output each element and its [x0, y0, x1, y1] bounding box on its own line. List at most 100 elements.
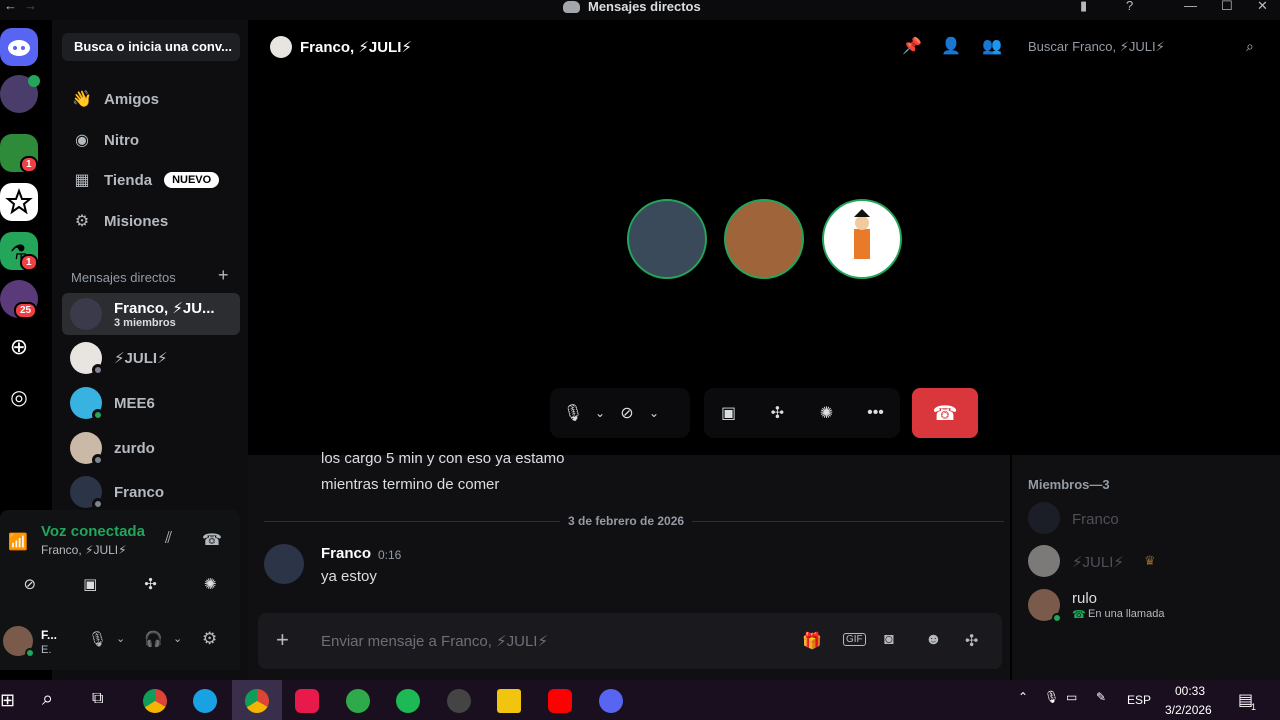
chrome-icon[interactable]: [245, 689, 269, 713]
message-author-avatar[interactable]: [264, 544, 304, 584]
network-icon[interactable]: ▭: [1066, 690, 1077, 704]
member-avatar[interactable]: [1028, 589, 1062, 623]
chrome-icon[interactable]: [143, 689, 167, 713]
pin-icon[interactable]: 📌: [902, 36, 922, 56]
tray-chevron-up-icon[interactable]: ⌃: [1018, 690, 1028, 704]
chevron-down-icon[interactable]: ⌄: [173, 632, 182, 645]
pen-icon[interactable]: ✎: [1096, 690, 1106, 704]
message-input[interactable]: Enviar mensaje a Franco, ⚡JULI⚡: [321, 632, 548, 650]
attach-plus-icon[interactable]: +: [276, 627, 289, 653]
chevron-down-icon[interactable]: ⌄: [644, 396, 664, 430]
activities-icon[interactable]: ✣: [144, 575, 157, 593]
dm-members-count: 3 miembros: [114, 317, 176, 329]
camera-off-icon[interactable]: ⊘: [24, 575, 37, 593]
disconnect-icon[interactable]: ☎: [202, 530, 222, 550]
voice-status[interactable]: Voz conectada: [41, 523, 145, 540]
add-friend-icon[interactable]: 👤: [941, 36, 961, 56]
soundboard-icon[interactable]: ✺: [810, 396, 844, 430]
dm-item-zurdo[interactable]: zurdo: [62, 427, 240, 469]
youtube-icon[interactable]: [548, 689, 572, 713]
activities-icon[interactable]: ✣: [761, 396, 795, 430]
nav-friends[interactable]: 👋 Amigos: [62, 81, 240, 117]
help-icon[interactable]: ?: [1126, 0, 1133, 12]
gif-icon[interactable]: GIF: [843, 633, 866, 646]
headphones-icon[interactable]: 🎧: [144, 630, 163, 648]
microphone-icon[interactable]: 🎙: [88, 630, 107, 648]
member-name[interactable]: ⚡JULI⚡: [1072, 553, 1124, 571]
server-avatar-icon[interactable]: [0, 75, 40, 113]
dm-item-group[interactable]: Franco, ⚡JU... 3 miembros: [62, 293, 240, 335]
user-avatar[interactable]: [3, 626, 35, 658]
inbox-icon[interactable]: ▮: [1080, 0, 1087, 12]
participant-avatar[interactable]: [822, 199, 902, 279]
member-list-icon[interactable]: 👥: [982, 36, 1002, 56]
sticker-icon[interactable]: ◙: [884, 631, 894, 649]
forward-arrow-icon[interactable]: →: [24, 0, 37, 12]
discord-icon[interactable]: [599, 689, 623, 713]
settings-gear-icon[interactable]: ⚙: [202, 629, 217, 649]
search-icon[interactable]: ⌕: [1246, 38, 1254, 55]
signal-icon[interactable]: 📶: [8, 532, 28, 552]
edge-icon[interactable]: [193, 689, 217, 713]
search-icon[interactable]: ⌕: [42, 688, 53, 711]
nav-shop[interactable]: ▦ Tienda NUEVO: [62, 162, 240, 198]
back-arrow-icon[interactable]: ←: [4, 0, 17, 12]
tiktok-icon[interactable]: [295, 689, 319, 713]
apps-icon[interactable]: ✣: [965, 631, 978, 651]
participant-avatar[interactable]: [627, 199, 707, 279]
discover-icon[interactable]: ◎: [4, 382, 34, 412]
more-options-icon[interactable]: •••: [859, 396, 893, 430]
nav-quests[interactable]: ⚙ Misiones: [62, 203, 240, 239]
task-view-icon[interactable]: ⧉: [92, 690, 103, 708]
soundboard-icon[interactable]: ✺: [204, 575, 217, 593]
microphone-tray-icon[interactable]: 🎙: [1044, 690, 1059, 704]
emoji-icon[interactable]: ☻: [925, 631, 942, 649]
dm-item-juli[interactable]: ⚡JULI⚡: [62, 337, 240, 379]
file-explorer-icon[interactable]: [497, 689, 521, 713]
maximize-icon[interactable]: ☐: [1221, 0, 1233, 12]
gift-icon[interactable]: 🎁: [802, 631, 822, 651]
spotify-icon[interactable]: [396, 689, 420, 713]
server-green-icon[interactable]: 1: [0, 134, 38, 173]
server-anime-icon[interactable]: 25: [0, 280, 38, 319]
dm-name: zurdo: [114, 439, 155, 457]
member-name[interactable]: Franco: [1072, 511, 1119, 528]
message-author[interactable]: Franco: [321, 545, 371, 562]
avatar: [70, 387, 104, 421]
add-server-icon[interactable]: ⊕: [4, 332, 34, 362]
language-indicator[interactable]: ESP: [1127, 693, 1151, 707]
server-star-icon[interactable]: [0, 183, 38, 221]
chevron-down-icon[interactable]: ⌄: [116, 632, 125, 645]
close-icon[interactable]: ✕: [1257, 0, 1268, 12]
create-dm-plus-icon[interactable]: +: [218, 265, 229, 286]
member-avatar[interactable]: [1028, 545, 1060, 577]
find-conversation-button[interactable]: Busca o inicia una conv...: [62, 33, 240, 61]
nav-nitro[interactable]: ◉ Nitro: [62, 122, 240, 158]
chevron-down-icon[interactable]: ⌄: [590, 396, 610, 430]
hang-up-icon: ☎: [932, 402, 958, 425]
dm-item-mee6[interactable]: MEE6: [62, 382, 240, 424]
minimize-icon[interactable]: —: [1184, 0, 1197, 12]
dm-item-franco[interactable]: Franco: [62, 471, 240, 513]
search-input[interactable]: Buscar Franco, ⚡JULI⚡: [1020, 33, 1268, 61]
participant-avatar[interactable]: [724, 199, 804, 279]
hang-up-button[interactable]: ☎: [912, 388, 978, 438]
shield-icon[interactable]: [346, 689, 370, 713]
camera-off-icon[interactable]: ⊘: [610, 396, 644, 430]
windows-start-icon[interactable]: ⊞: [0, 690, 15, 711]
app-icon[interactable]: [447, 689, 471, 713]
microphone-icon[interactable]: 🎙: [556, 396, 590, 430]
in-call-icon: ☎: [1072, 609, 1086, 621]
screen-share-icon[interactable]: ▣: [712, 396, 746, 430]
member-avatar[interactable]: [1028, 502, 1060, 534]
date-divider-label: 3 de febrero de 2026: [560, 514, 693, 528]
clock-date[interactable]: 3/2/2026: [1165, 703, 1212, 717]
screen-share-icon[interactable]: ▣: [83, 575, 97, 593]
user-status: E.: [41, 644, 52, 656]
member-name[interactable]: rulo: [1072, 590, 1097, 607]
server-flask-icon[interactable]: ⚗ 1: [0, 232, 38, 271]
clock-time[interactable]: 00:33: [1175, 684, 1205, 698]
discord-home-icon[interactable]: [0, 28, 38, 66]
noise-suppression-icon[interactable]: ⫽: [165, 530, 172, 548]
voice-channel[interactable]: Franco, ⚡JULI⚡: [41, 543, 127, 557]
